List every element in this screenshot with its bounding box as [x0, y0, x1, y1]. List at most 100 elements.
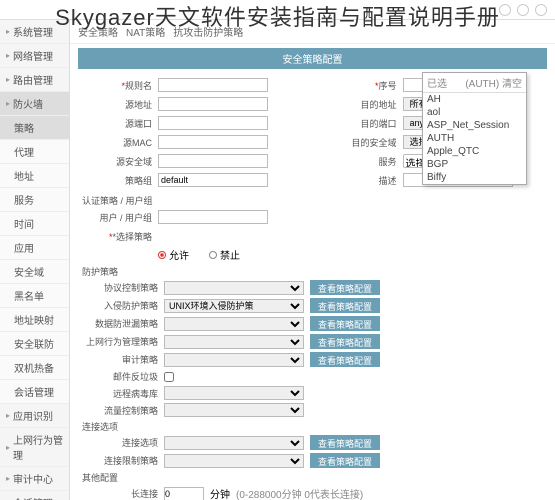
lbl-src-addr: 源地址 [78, 98, 158, 111]
conn-select[interactable] [164, 454, 304, 468]
protect-select[interactable] [164, 281, 304, 295]
long-conn-unit: 分钟 [210, 486, 230, 500]
protect-row-4: 审计策略查看策略配置 [78, 352, 547, 367]
sidebar-item-5[interactable]: 代理 [0, 140, 69, 164]
radio-deny[interactable]: 禁止 [209, 247, 240, 262]
tab-nat-policy[interactable]: NAT策略 [126, 24, 165, 39]
lbl-src-domain: 源安全域 [78, 155, 158, 168]
sidebar-item-13[interactable]: 安全联防 [0, 332, 69, 356]
protect-select[interactable] [164, 403, 304, 417]
protect-view-button[interactable]: 查看策略配置 [310, 316, 380, 331]
tab-security-policy[interactable]: 安全策略 [78, 24, 118, 39]
sidebar-item-10[interactable]: 安全域 [0, 260, 69, 284]
dd-item[interactable]: aol [423, 106, 526, 119]
sidebar-item-2[interactable]: ▸路由管理 [0, 68, 69, 92]
protect-title: 防护策略 [82, 265, 547, 278]
protect-select[interactable] [164, 386, 304, 400]
dd-item[interactable]: Biffy [423, 171, 526, 184]
service-dropdown-popup[interactable]: 已选 (AUTH) 清空 AHaolASP_Net_SessionAUTHAppl… [422, 72, 527, 185]
sidebar-item-9[interactable]: 应用 [0, 236, 69, 260]
sidebar-item-6[interactable]: 地址 [0, 164, 69, 188]
sidebar-item-1[interactable]: ▸网络管理 [0, 44, 69, 68]
input-user-group[interactable] [158, 210, 268, 224]
topbar-icon-3[interactable] [535, 4, 547, 16]
sidebar-item-18[interactable]: ▸审计中心 [0, 467, 69, 491]
topbar-icon-2[interactable] [517, 4, 529, 16]
input-src-mac[interactable] [158, 135, 268, 149]
topbar-icon-1[interactable] [499, 4, 511, 16]
sidebar-item-11[interactable]: 黑名单 [0, 284, 69, 308]
chevron-icon: ▸ [6, 411, 10, 420]
dd-head-left: 已选 [427, 75, 447, 90]
protect-select[interactable] [164, 317, 304, 331]
protect-row-3: 上网行为管理策略查看策略配置 [78, 334, 547, 349]
protect-row-7: 流量控制策略 [78, 403, 547, 417]
sidebar-item-19[interactable]: ▸会话管理 [0, 491, 69, 500]
sidebar-item-16[interactable]: ▸应用识别 [0, 404, 69, 428]
dd-item[interactable]: Apple_QTC [423, 145, 526, 158]
topbar [0, 0, 555, 20]
sidebar-item-17[interactable]: ▸上网行为管理 [0, 428, 69, 467]
sidebar: ▸系统管理▸网络管理▸路由管理▸防火墙策略代理地址服务时间应用安全域黑名单地址映… [0, 20, 70, 500]
input-rule-name[interactable] [158, 78, 268, 92]
protect-select[interactable]: UNIX环境入侵防护策 [164, 299, 304, 313]
dd-item[interactable]: AH [423, 93, 526, 106]
sidebar-item-12[interactable]: 地址映射 [0, 308, 69, 332]
lbl-service: 服务 [323, 155, 403, 168]
input-long-conn[interactable] [164, 487, 204, 500]
chevron-icon: ▸ [6, 51, 10, 60]
conn-row-1: 连接限制策略 查看策略配置 [78, 453, 547, 468]
conn-view-button[interactable]: 查看策略配置 [310, 453, 380, 468]
dd-head-right[interactable]: (AUTH) 清空 [465, 75, 522, 90]
sidebar-item-label: 上网行为管理 [13, 432, 63, 462]
sidebar-item-7[interactable]: 服务 [0, 188, 69, 212]
protect-label: 远程病毒库 [78, 387, 158, 400]
sidebar-item-8[interactable]: 时间 [0, 212, 69, 236]
conn-select[interactable] [164, 436, 304, 450]
lbl-dst-domain: 目的安全域 [323, 136, 403, 149]
sidebar-item-label: 会话管理 [13, 495, 53, 500]
protect-view-button[interactable]: 查看策略配置 [310, 298, 380, 313]
conn-view-button[interactable]: 查看策略配置 [310, 435, 380, 450]
lbl-src-mac: 源MAC [78, 136, 158, 149]
sidebar-item-14[interactable]: 双机热备 [0, 356, 69, 380]
dd-item[interactable]: AUTH [423, 132, 526, 145]
protect-view-button[interactable]: 查看策略配置 [310, 280, 380, 295]
sidebar-item-label: 时间 [14, 216, 34, 231]
sidebar-item-label: 系统管理 [13, 24, 53, 39]
sidebar-item-label: 安全联防 [14, 336, 54, 351]
radio-allow[interactable]: 允许 [158, 247, 189, 262]
input-src-port[interactable] [158, 116, 268, 130]
long-conn-hint: (0-288000分钟 0代表长连接) [236, 486, 363, 500]
radio-row: 允许 禁止 [78, 247, 547, 262]
sidebar-item-label: 网络管理 [13, 48, 53, 63]
lbl-src-port: 源端口 [78, 117, 158, 130]
protect-view-button[interactable]: 查看策略配置 [310, 334, 380, 349]
protect-select[interactable] [164, 353, 304, 367]
input-policy-group[interactable] [158, 173, 268, 187]
lbl-desc: 描述 [323, 174, 403, 187]
lbl-user-group: 用户 / 用户组 [78, 211, 158, 224]
topbar-icons [499, 4, 547, 16]
sidebar-item-label: 地址映射 [14, 312, 54, 327]
sidebar-item-15[interactable]: 会话管理 [0, 380, 69, 404]
chevron-icon: ▸ [6, 99, 10, 108]
conn-label: 连接限制策略 [78, 454, 158, 467]
sidebar-item-label: 应用 [14, 240, 34, 255]
protect-checkbox[interactable] [164, 372, 174, 382]
sidebar-item-label: 会话管理 [14, 384, 54, 399]
tab-attack-protect[interactable]: 抗攻击防护策略 [173, 24, 243, 39]
protect-view-button[interactable]: 查看策略配置 [310, 352, 380, 367]
sidebar-item-label: 黑名单 [14, 288, 44, 303]
chevron-icon: ▸ [6, 443, 10, 452]
conn-title: 连接选项 [82, 420, 547, 433]
protect-select[interactable] [164, 335, 304, 349]
input-src-domain[interactable] [158, 154, 268, 168]
dd-item[interactable]: ASP_Net_Session [423, 119, 526, 132]
lbl-long-conn: 长连接 [78, 487, 158, 500]
sidebar-item-3[interactable]: ▸防火墙 [0, 92, 69, 116]
sidebar-item-4[interactable]: 策略 [0, 116, 69, 140]
sidebar-item-0[interactable]: ▸系统管理 [0, 20, 69, 44]
dd-item[interactable]: BGP [423, 158, 526, 171]
input-src-addr[interactable] [158, 97, 268, 111]
